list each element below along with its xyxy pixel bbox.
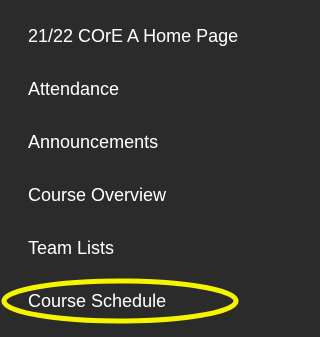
course-menu: 21/22 COrE A Home Page Attendance Announ… bbox=[0, 0, 288, 337]
menu-item-attendance[interactable]: Attendance bbox=[28, 77, 119, 101]
menu-item-course-overview[interactable]: Course Overview bbox=[28, 183, 166, 207]
menu-item-announcements[interactable]: Announcements bbox=[28, 130, 158, 154]
menu-item-team-lists[interactable]: Team Lists bbox=[28, 236, 114, 260]
menu-item-home-page[interactable]: 21/22 COrE A Home Page bbox=[28, 24, 238, 48]
menu-item-course-schedule[interactable]: Course Schedule bbox=[28, 289, 166, 313]
